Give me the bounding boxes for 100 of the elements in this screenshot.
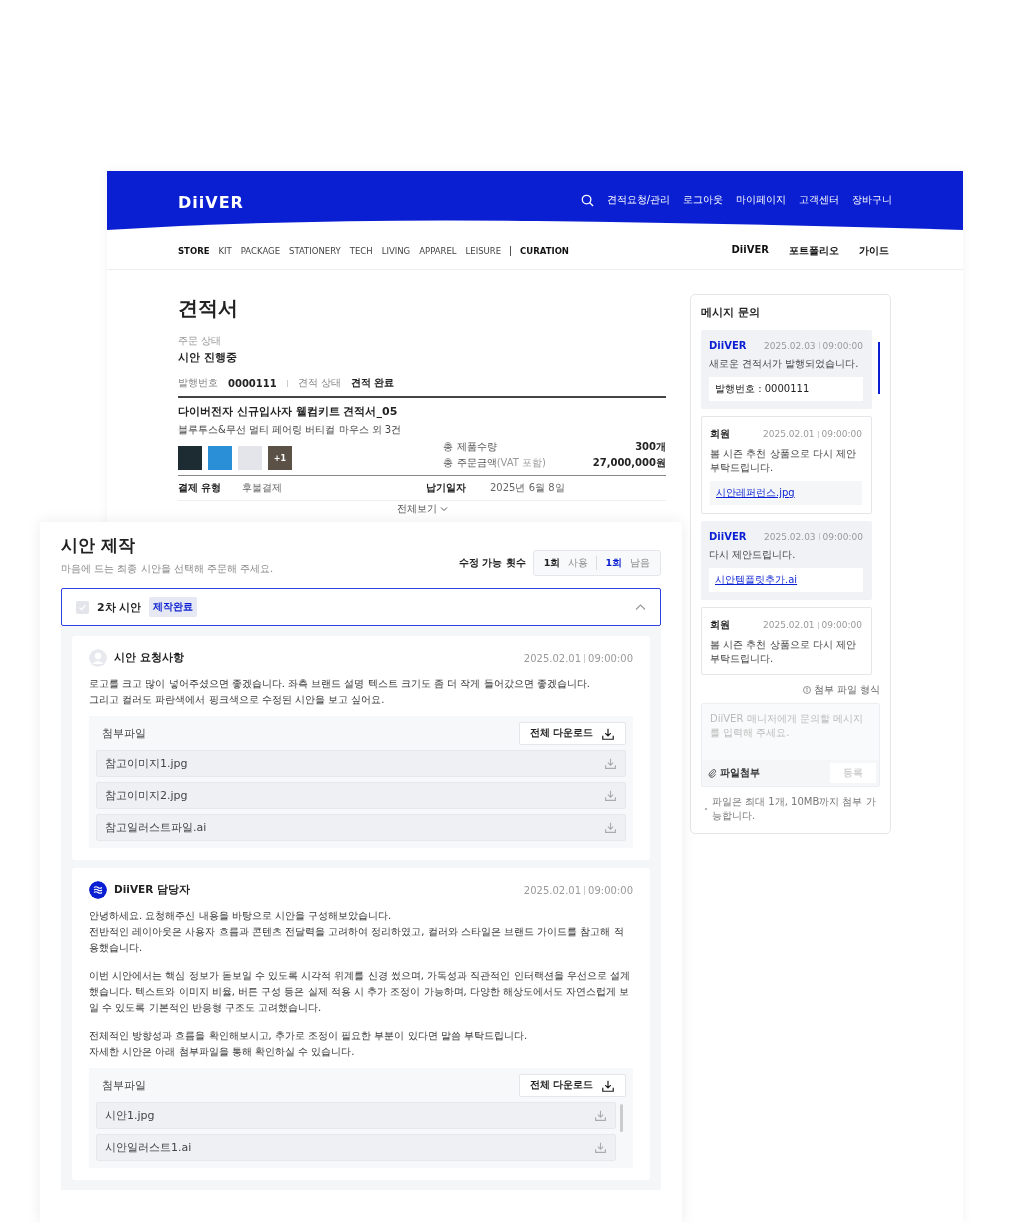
- info-icon: [802, 686, 811, 694]
- attachments-label: 첨부파일: [102, 726, 146, 741]
- message-text: 봄 시즌 추천 상품으로 다시 제안 부탁드립니다.: [710, 447, 857, 475]
- total-value: 300개: [634, 440, 666, 454]
- photo-placeholder: [178, 446, 202, 470]
- message-input[interactable]: DiiVER 매니저에게 문의할 메시지를 입력해 주세요.: [702, 704, 879, 760]
- download-icon[interactable]: [601, 726, 615, 741]
- attachments-label: 첨부파일: [102, 1078, 146, 1093]
- category-link[interactable]: LIVING: [381, 246, 411, 256]
- file-row[interactable]: 참고일러스트파일.ai: [96, 814, 626, 841]
- check-icon: [78, 602, 87, 612]
- message-time: 09:00:00: [821, 429, 862, 439]
- scrollbar[interactable]: [878, 342, 880, 394]
- file-row[interactable]: 시안일러스트1.ai: [96, 1134, 616, 1161]
- nav-link[interactable]: 포트폴리오: [789, 244, 839, 258]
- file-name: 참고이미지2.jpg: [105, 788, 188, 803]
- category-link[interactable]: APPAREL: [419, 246, 457, 256]
- caret-icon[interactable]: [635, 601, 646, 613]
- chevron-down-icon: [439, 505, 448, 513]
- logo[interactable]: DiiVER: [178, 193, 244, 212]
- post-date: 2025.02.01: [523, 652, 582, 664]
- file-name: 참고일러스트파일.ai: [105, 820, 207, 835]
- category-link[interactable]: PACKAGE: [240, 246, 280, 256]
- detail-label: 납기일자: [426, 481, 467, 495]
- message-text: 새로운 견적서가 발행되었습니다.: [709, 357, 860, 371]
- meta-value: 견적 완료: [350, 376, 395, 390]
- header-link[interactable]: 고객센터: [799, 193, 839, 207]
- nav-link[interactable]: 가이드: [859, 244, 889, 258]
- header-link[interactable]: 마이페이지: [736, 193, 786, 207]
- used-count: 1회: [543, 556, 561, 570]
- nav-link[interactable]: DiiVER: [731, 244, 769, 258]
- search-icon[interactable]: [580, 193, 594, 207]
- message-time: 09:00:00: [821, 620, 862, 630]
- category-link[interactable]: LEISURE: [465, 246, 502, 256]
- revisions-label: 수정 가능 횟수: [458, 556, 526, 570]
- total-label: 총 제품수량: [443, 440, 498, 454]
- meta-label: 발행번호: [178, 376, 218, 390]
- post-author: 시안 요청사항: [114, 651, 184, 665]
- header-link[interactable]: 견적요청/관리: [606, 193, 670, 207]
- status-badge: 제작완료: [149, 597, 198, 617]
- message-date: 2025.02.03: [764, 340, 816, 351]
- paperclip-icon: [708, 768, 717, 778]
- download-all-button[interactable]: 전체 다운로드: [518, 722, 626, 745]
- scrollbar[interactable]: [620, 1104, 623, 1132]
- category-link[interactable]: KIT: [218, 246, 232, 256]
- file-row[interactable]: 참고이미지1.jpg: [96, 750, 626, 777]
- draft-accordion-header[interactable]: 2차 시안 제작완료: [61, 588, 661, 626]
- page-title: 견적서: [178, 296, 239, 320]
- section-title: 시안 제작: [61, 534, 136, 557]
- draft-title: 2차 시안: [97, 599, 142, 615]
- upload-note: 파일은 최대 1개, 10MB까지 첨부 가능합니다.: [701, 795, 880, 823]
- message-text: 봄 시즌 추천 상품으로 다시 제안 부탁드립니다.: [710, 638, 857, 666]
- file-name: 참고이미지1.jpg: [105, 756, 188, 771]
- post-paragraph: 로고를 크고 많이 넣어주셨으면 좋겠습니다. 좌측 브랜드 설명 텍스트 크기도 좀 더 작게 들어갔으면 좋겠습니다. 그리고 컬러도 파란색에서 핑크색으로 수정된 시안을 보고 싶어요.: [89, 677, 591, 707]
- remaining-label: 남음: [630, 556, 650, 570]
- download-icon[interactable]: [601, 1078, 615, 1093]
- attachment-info: 발행번호 : 0000111: [709, 377, 863, 401]
- total-label: 총 주문금액(VAT 포함): [443, 456, 546, 470]
- message-author: 회원: [710, 427, 730, 441]
- category-link[interactable]: CURATION: [520, 246, 569, 256]
- file-name: 시안1.jpg: [105, 1108, 155, 1123]
- header-link[interactable]: 장바구니: [852, 193, 892, 207]
- message-author: DiiVER: [709, 531, 747, 542]
- attach-file-button[interactable]: 파일첨부: [708, 766, 760, 780]
- message-time: 09:00:00: [822, 531, 863, 542]
- total-value: 27,000,000원: [591, 456, 666, 470]
- message-author: DiiVER: [709, 340, 747, 351]
- category-link[interactable]: STORE: [178, 246, 210, 256]
- detail-value: 후불결제: [242, 481, 283, 495]
- post-paragraph: 안녕하세요. 요청해주신 내용을 바탕으로 시안을 구성해보았습니다. 전반적인 레이아웃은 사용자 흐름과 콘텐츠 전달력을 고려하여 정리하였고, 컬러와 스타일은 브랜드 가이드를 참고해 적용했습니다.: [89, 909, 625, 955]
- message-date: 2025.02.01: [763, 620, 815, 630]
- checkbox[interactable]: [76, 600, 89, 614]
- file-row[interactable]: 시안1.jpg: [96, 1102, 616, 1129]
- post-paragraph: 전체적인 방향성과 흐름을 확인해보시고, 추가로 조정이 필요한 부분이 있다면 말씀 부탁드립니다. 자세한 시안은 아래 첨부파일을 통해 확인하실 수 있습니다.: [89, 1029, 529, 1059]
- status-value: 시안 진행중: [178, 350, 238, 365]
- message-time: 09:00:00: [822, 340, 863, 351]
- post-time: 09:00:00: [588, 652, 633, 664]
- download-all-button[interactable]: 전체 다운로드: [518, 1074, 626, 1097]
- file-row[interactable]: 참고이미지2.jpg: [96, 782, 626, 809]
- message-date: 2025.02.01: [763, 429, 815, 439]
- post-date: 2025.02.01: [523, 884, 582, 896]
- attachment-link[interactable]: 시안템플릿추가.ai: [715, 574, 798, 585]
- wave-logo-avatar-icon: [89, 881, 107, 899]
- message-author: 회원: [710, 618, 730, 632]
- meta-label: 견적 상태: [297, 376, 341, 390]
- format-hint[interactable]: 첨부 파일 형식: [813, 683, 880, 697]
- post-paragraph: 이번 시안에서는 핵심 정보가 돋보일 수 있도록 시각적 위계를 신경 썼으며, 가독성과 직관적인 인터랙션을 우선으로 설계했습니다. 텍스트와 이미지 비율, 버튼 구성 등은 실제 적용 시 추가 조정이 가능하며, 다양한 해상도에서도 자연스럽게 보일 수 있도록 기본적인 반응형 구조도 고려했습니다.: [89, 969, 631, 1015]
- detail-label: 결제 유형: [178, 481, 223, 495]
- attachment-link[interactable]: 시안레퍼런스.jpg: [716, 487, 795, 498]
- panel-title: 메시지 문의: [701, 305, 761, 320]
- more-thumbnail[interactable]: +1: [268, 446, 292, 470]
- section-subtitle: 마음에 드는 최종 시안을 선택해 주문해 주세요.: [61, 562, 274, 576]
- header-link[interactable]: 로그아웃: [683, 193, 723, 207]
- meta-value: 0000111: [228, 377, 277, 389]
- category-link[interactable]: TECH: [349, 246, 373, 256]
- post-time: 09:00:00: [588, 884, 633, 896]
- category-link[interactable]: STATIONERY: [289, 246, 341, 256]
- expand-button[interactable]: 전체보기: [396, 502, 448, 516]
- photo-placeholder: [238, 446, 262, 470]
- status-label: 주문 상태: [178, 334, 223, 348]
